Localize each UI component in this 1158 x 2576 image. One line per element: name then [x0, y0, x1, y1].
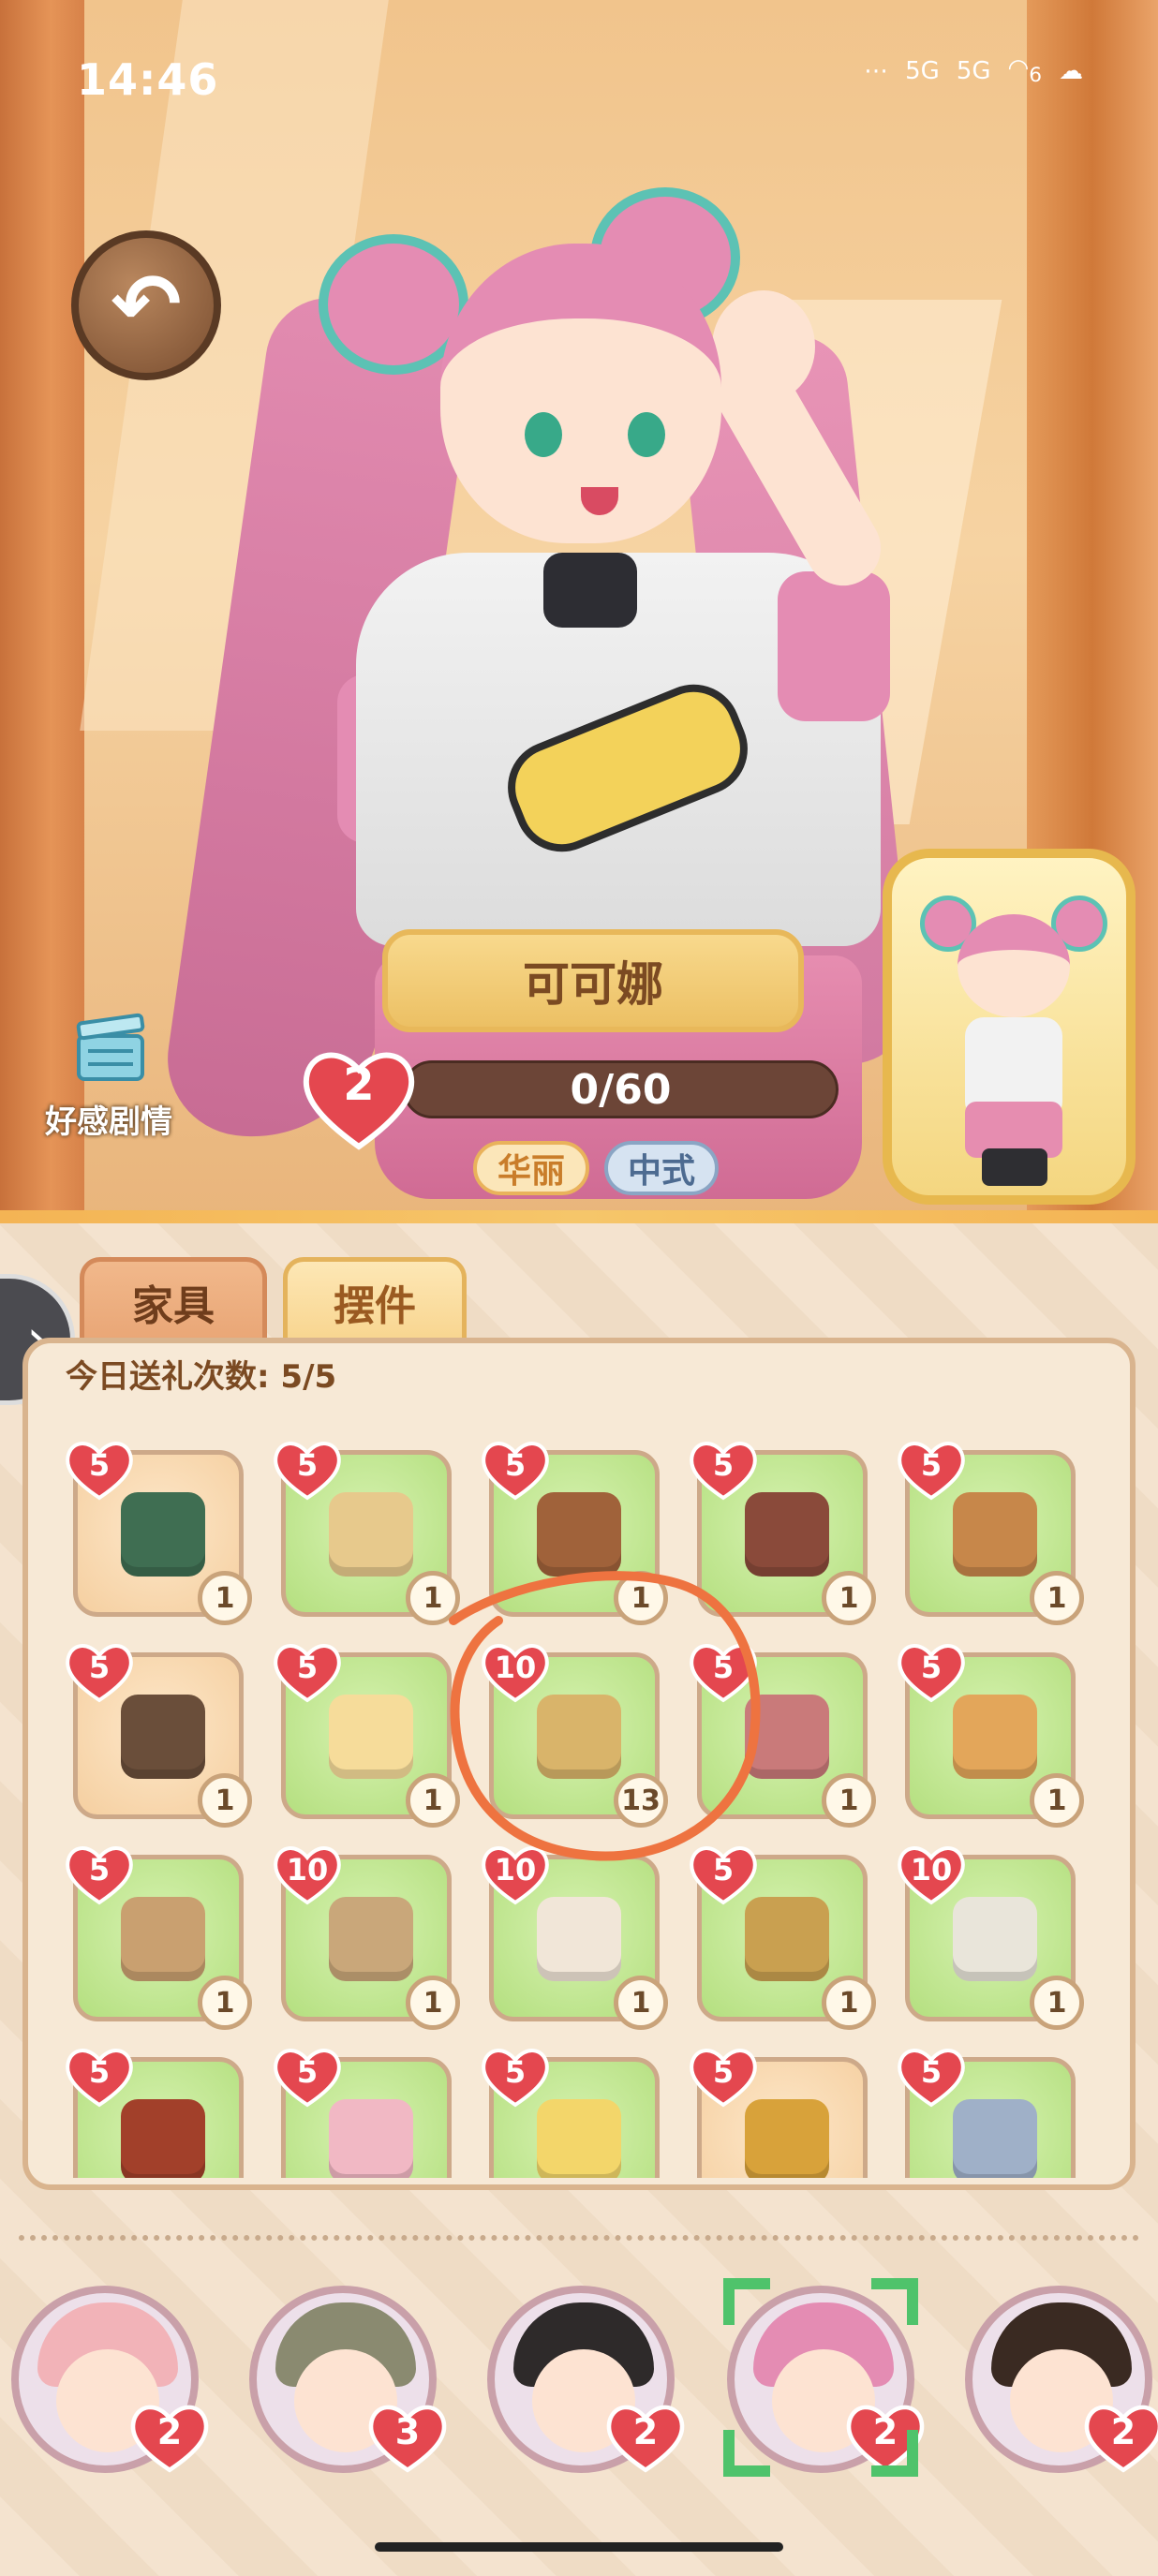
- yarn-basket-icon: [121, 1897, 205, 1981]
- heart-value: 5: [504, 1447, 527, 1483]
- clapperboard-icon: [76, 1013, 145, 1081]
- back-button[interactable]: ↶: [71, 230, 221, 380]
- daily-gift-count: 今日送礼次数: 5/5: [66, 1358, 337, 1396]
- wicker-bag-icon: [953, 1695, 1037, 1779]
- bear-plate-icon: [329, 1695, 413, 1779]
- avatar-level: 2: [632, 2411, 659, 2452]
- heart-value: 10: [910, 1852, 953, 1888]
- affection-level: 2: [343, 1059, 375, 1111]
- item-quantity: 1: [1030, 1571, 1084, 1625]
- gift-item-cell[interactable]: 51: [66, 1846, 252, 2030]
- avatar-level: 2: [1110, 2411, 1136, 2452]
- gift-item-cell[interactable]: 5: [66, 2049, 244, 2178]
- chibi-head: [958, 914, 1070, 1017]
- heart-value: 5: [88, 1447, 111, 1483]
- brush-icon: [745, 2099, 829, 2178]
- heart-value: 10: [286, 1852, 329, 1888]
- item-quantity: 1: [1030, 1976, 1084, 2030]
- gift-item-cell[interactable]: 51: [274, 1442, 460, 1625]
- heart-value: 5: [920, 1650, 943, 1685]
- books-icon: [121, 1492, 205, 1577]
- heart-value: 5: [296, 1447, 319, 1483]
- item-quantity: 1: [822, 1976, 876, 2030]
- item-quantity: 1: [198, 1773, 252, 1828]
- more-icon: ⋯: [864, 56, 889, 85]
- character-eye: [525, 412, 562, 457]
- clutch-bag-icon: [329, 1897, 413, 1981]
- character-name-plate: 可可娜: [382, 929, 804, 1032]
- heart-value: 5: [88, 2054, 111, 2090]
- slippers-icon: [953, 1897, 1037, 1981]
- gift-item-cell[interactable]: 10 1: [274, 1846, 460, 2030]
- annotation-circle: [449, 1571, 761, 1861]
- avatar-level: 2: [156, 2411, 183, 2452]
- gift-item-cell[interactable]: 5: [482, 2049, 660, 2178]
- avatar-level: 3: [394, 2411, 421, 2452]
- cloud-icon: ☁: [1059, 56, 1083, 85]
- style-tag: 中式: [604, 1141, 719, 1195]
- heart-value: 5: [88, 1852, 111, 1888]
- affection-story-label: 好感剧情: [45, 1103, 172, 1141]
- chibi-legs: [982, 1148, 1047, 1186]
- wifi-icon: ◠6: [1007, 54, 1042, 88]
- status-time: 14:46: [77, 54, 219, 105]
- affection-progress-text: 0/60: [570, 1065, 672, 1114]
- gift-box-icon: [537, 2099, 621, 2178]
- signal-icon: 5G: [905, 56, 940, 85]
- tab-furniture[interactable]: 家具: [80, 1257, 267, 1341]
- item-quantity: 1: [822, 1773, 876, 1828]
- item-quantity: 1: [822, 1571, 876, 1625]
- gift-item-cell[interactable]: 51: [898, 1442, 1084, 1625]
- purse-icon: [121, 1695, 205, 1779]
- gift-item-cell[interactable]: 51: [898, 1644, 1084, 1828]
- gift-item-cell[interactable]: 10 1: [482, 1846, 668, 2030]
- item-quantity: 1: [406, 1976, 460, 2030]
- item-quantity: 1: [198, 1571, 252, 1625]
- home-indicator: [375, 2542, 783, 2552]
- gift-item-cell[interactable]: 5: [690, 2049, 868, 2178]
- red-books-icon: [121, 2099, 205, 2178]
- item-quantity: 1: [198, 1976, 252, 2030]
- character-name: 可可娜: [523, 957, 663, 1012]
- heart-value: 5: [712, 2054, 735, 2090]
- heart-value: 5: [296, 1650, 319, 1685]
- character-hand: [712, 290, 815, 403]
- character-collar: [543, 553, 637, 628]
- gift-item-cell[interactable]: 51: [274, 1644, 460, 1828]
- tab-decor[interactable]: 摆件: [283, 1257, 467, 1341]
- style-tag: 华丽: [473, 1141, 589, 1195]
- gift-item-cell[interactable]: 5: [274, 2049, 452, 2178]
- selected-frame-icon: [723, 2278, 918, 2477]
- heart-value: 5: [504, 2054, 527, 2090]
- box-icon: [953, 1492, 1037, 1577]
- affection-progress-bar: 0/60: [403, 1060, 839, 1118]
- dotted-separator: [19, 2235, 1139, 2250]
- glasses-icon: [745, 1897, 829, 1981]
- necklace-stand-icon: [537, 1897, 621, 1981]
- item-quantity: 1: [614, 1976, 668, 2030]
- gift-item-cell[interactable]: 51: [66, 1644, 252, 1828]
- heart-value: 5: [88, 1650, 111, 1685]
- character-eye: [628, 412, 665, 457]
- heart-value: 5: [296, 2054, 319, 2090]
- gift-item-cell[interactable]: 5: [898, 2049, 1076, 2178]
- cup-icon: [329, 2099, 413, 2178]
- character-chibi-card[interactable]: [883, 849, 1136, 1205]
- heart-value: 5: [920, 2054, 943, 2090]
- cream-jar-icon: [953, 2099, 1037, 2178]
- heart-value: 5: [920, 1447, 943, 1483]
- status-icons: ⋯ 5G 5G ◠6 ☁: [864, 54, 1083, 87]
- gift-item-cell[interactable]: 10 1: [898, 1846, 1084, 2030]
- back-arrow-icon: ↶: [111, 256, 182, 354]
- lantern-icon: [329, 1492, 413, 1577]
- character-sleeve: [778, 571, 890, 721]
- panel-divider: [0, 1210, 1158, 1223]
- gift-item-cell[interactable]: 51: [66, 1442, 252, 1625]
- gift-item-cell[interactable]: 51: [690, 1846, 876, 2030]
- heart-value: 5: [712, 1447, 735, 1483]
- item-quantity: 1: [1030, 1773, 1084, 1828]
- signal-icon: 5G: [956, 56, 991, 85]
